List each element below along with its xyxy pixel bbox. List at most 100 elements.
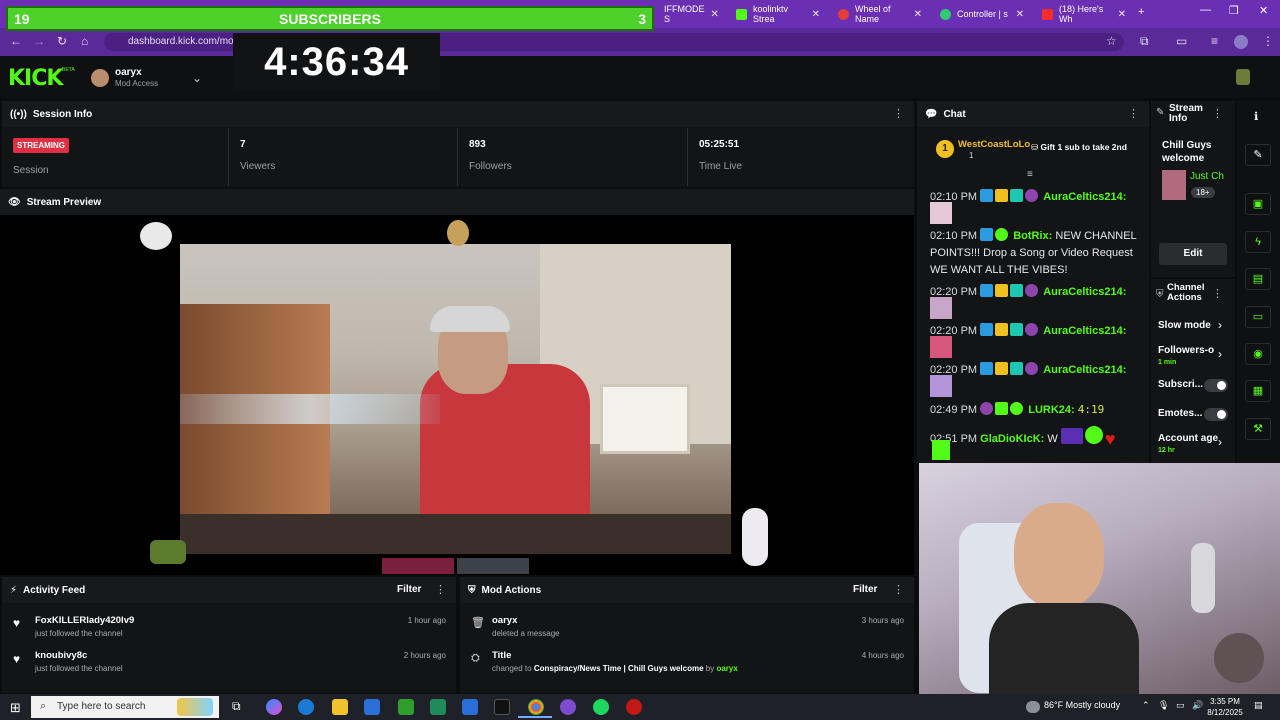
channel-username[interactable]: oaryx xyxy=(115,67,142,78)
chrome-icon[interactable] xyxy=(528,699,544,715)
emotes-toggle[interactable] xyxy=(1204,408,1228,421)
home-icon[interactable]: ⌂ xyxy=(81,34,88,48)
close-window-icon[interactable]: ✕ xyxy=(1259,4,1268,17)
app-icon[interactable] xyxy=(560,699,576,715)
close-icon[interactable]: ✕ xyxy=(812,9,820,20)
task-view-icon[interactable]: ⧉ xyxy=(232,699,248,715)
back-icon[interactable]: ← xyxy=(10,34,22,48)
forward-icon[interactable]: → xyxy=(33,34,45,48)
shield-icon: ⛨ xyxy=(468,584,476,596)
mod-action-time: 4 hours ago xyxy=(861,651,904,660)
followers-only-action[interactable]: Followers-o 1 min xyxy=(1158,345,1214,367)
browser-tab[interactable]: Wheel of Name ✕ xyxy=(830,4,930,24)
file-explorer-icon[interactable] xyxy=(332,699,348,715)
stream-video[interactable] xyxy=(180,244,731,554)
obs-icon[interactable] xyxy=(626,699,642,715)
volume-icon[interactable]: 🔊 xyxy=(1192,700,1203,711)
microphone-icon[interactable]: 🎙 xyxy=(1158,700,1169,711)
account-age-action[interactable]: Account age 12 hr xyxy=(1158,433,1218,455)
copilot-icon[interactable] xyxy=(266,699,282,715)
chat-username[interactable]: AuraCeltics214: xyxy=(1043,286,1126,298)
notifications-icon[interactable]: ▤ xyxy=(1254,700,1263,711)
pencil-icon[interactable]: ✎ xyxy=(1245,144,1271,166)
heart-icon: ♥ xyxy=(1104,429,1116,449)
filter-button[interactable]: Filter xyxy=(853,584,877,595)
tray-chevron-icon[interactable]: ⌃ xyxy=(1142,700,1150,711)
preview-tab[interactable] xyxy=(382,558,454,574)
favorites-icon[interactable]: ≡ xyxy=(1211,34,1218,48)
layout-icon[interactable]: ▦ xyxy=(1245,380,1271,402)
more-icon[interactable]: ⋮ xyxy=(893,583,904,596)
browser-tab[interactable]: IFFMODE S ✕ xyxy=(656,4,724,24)
browser-tab[interactable]: Controller | s ✕ xyxy=(932,4,1032,24)
chevron-right-icon[interactable]: › xyxy=(1218,318,1222,332)
more-icon[interactable]: ⋮ xyxy=(1212,107,1223,120)
bookmark-star-icon[interactable]: ☆ xyxy=(1106,34,1117,48)
clip-icon[interactable]: ▣ xyxy=(1245,193,1271,215)
subscribers-toggle[interactable] xyxy=(1204,379,1228,392)
close-icon[interactable]: ✕ xyxy=(711,9,719,20)
chevron-right-icon[interactable]: › xyxy=(1218,347,1222,361)
xbox-icon[interactable] xyxy=(398,699,414,715)
broadcast-icon[interactable]: ◉ xyxy=(1245,343,1271,365)
followers-stat: 893 Followers xyxy=(458,128,688,186)
user-avatar[interactable] xyxy=(1236,69,1250,85)
clock[interactable]: 3:35 PM 8/12/2025 xyxy=(1207,696,1243,718)
chat-username[interactable]: GlaDioKIcK: xyxy=(980,433,1044,445)
close-icon[interactable]: ✕ xyxy=(1016,9,1024,20)
category-thumbnail[interactable] xyxy=(1162,170,1186,200)
extensions-icon[interactable]: ⧉ xyxy=(1140,34,1149,49)
app-icon[interactable] xyxy=(430,699,446,715)
document-icon[interactable]: ▤ xyxy=(1245,268,1271,290)
chevron-down-icon[interactable]: ⌄ xyxy=(192,71,202,85)
filter-button[interactable]: Filter xyxy=(397,584,421,595)
pinned-gifter[interactable]: WestCoastLoLo xyxy=(958,139,1030,150)
chat-username[interactable]: AuraCeltics214: xyxy=(1043,364,1126,376)
mod-action-user[interactable]: oaryx xyxy=(492,615,560,626)
more-icon[interactable]: ⋮ xyxy=(1212,287,1223,300)
more-icon[interactable]: ⋮ xyxy=(435,583,446,596)
mod-action-user[interactable]: oaryx xyxy=(716,664,737,673)
weather-text[interactable]: 86°F Mostly cloudy xyxy=(1044,700,1120,710)
chevron-right-icon[interactable]: › xyxy=(1218,435,1222,449)
more-icon[interactable]: ⋮ xyxy=(893,107,904,120)
minimize-icon[interactable]: — xyxy=(1200,4,1211,16)
activity-user[interactable]: FoxKILLERlady420lv9 xyxy=(35,615,134,626)
preview-tab[interactable] xyxy=(457,558,529,574)
chat-username[interactable]: LURK24: xyxy=(1028,404,1074,416)
lightning-icon[interactable]: ϟ xyxy=(1245,231,1271,253)
chat-username[interactable]: AuraCeltics214: xyxy=(1043,325,1126,337)
edge-icon[interactable] xyxy=(298,699,314,715)
store-icon[interactable] xyxy=(364,699,380,715)
new-tab-icon[interactable]: + xyxy=(1138,6,1144,18)
browser-tab[interactable]: (18) Here's Wh ✕ xyxy=(1034,4,1134,24)
kick-logo[interactable]: KICK xyxy=(8,66,63,91)
network-icon[interactable]: ▭ xyxy=(1176,700,1185,711)
slow-mode-action[interactable]: Slow mode xyxy=(1158,320,1211,331)
avatar[interactable] xyxy=(91,69,109,87)
gift-cta[interactable]: ⛁ Gift 1 sub to take 2nd xyxy=(1031,142,1127,153)
wrench-icon[interactable]: ⚒ xyxy=(1245,418,1271,440)
close-icon[interactable]: ✕ xyxy=(914,9,922,20)
profile-avatar[interactable] xyxy=(1234,35,1248,49)
info-icon[interactable]: ℹ xyxy=(1254,110,1258,123)
spotify-icon[interactable] xyxy=(593,699,609,715)
outlook-icon[interactable] xyxy=(462,699,478,715)
tiktok-icon[interactable] xyxy=(494,699,510,715)
chat-username[interactable]: AuraCeltics214: xyxy=(1043,191,1126,203)
more-icon[interactable]: ⋮ xyxy=(1128,107,1139,120)
edit-button[interactable]: Edit xyxy=(1159,243,1227,265)
close-icon[interactable]: ✕ xyxy=(1118,9,1126,20)
chat-icon[interactable]: ▭ xyxy=(1245,306,1271,328)
collapse-icon[interactable]: ≡ xyxy=(1027,169,1033,180)
category-name[interactable]: Just Ch xyxy=(1190,171,1224,182)
split-view-icon[interactable]: ▭ xyxy=(1176,34,1187,48)
browser-tab[interactable]: koolinktv Strea ✕ xyxy=(728,4,828,24)
windows-start-icon[interactable]: ⊞ xyxy=(10,700,21,716)
restore-icon[interactable]: ❐ xyxy=(1229,4,1239,17)
chat-username[interactable]: BotRix: xyxy=(1013,230,1052,242)
reload-icon[interactable]: ↻ xyxy=(57,34,67,48)
activity-user[interactable]: knoubivy8c xyxy=(35,650,123,661)
menu-dots-icon[interactable]: ⋮ xyxy=(1262,34,1274,48)
activity-time: 1 hour ago xyxy=(407,616,446,625)
